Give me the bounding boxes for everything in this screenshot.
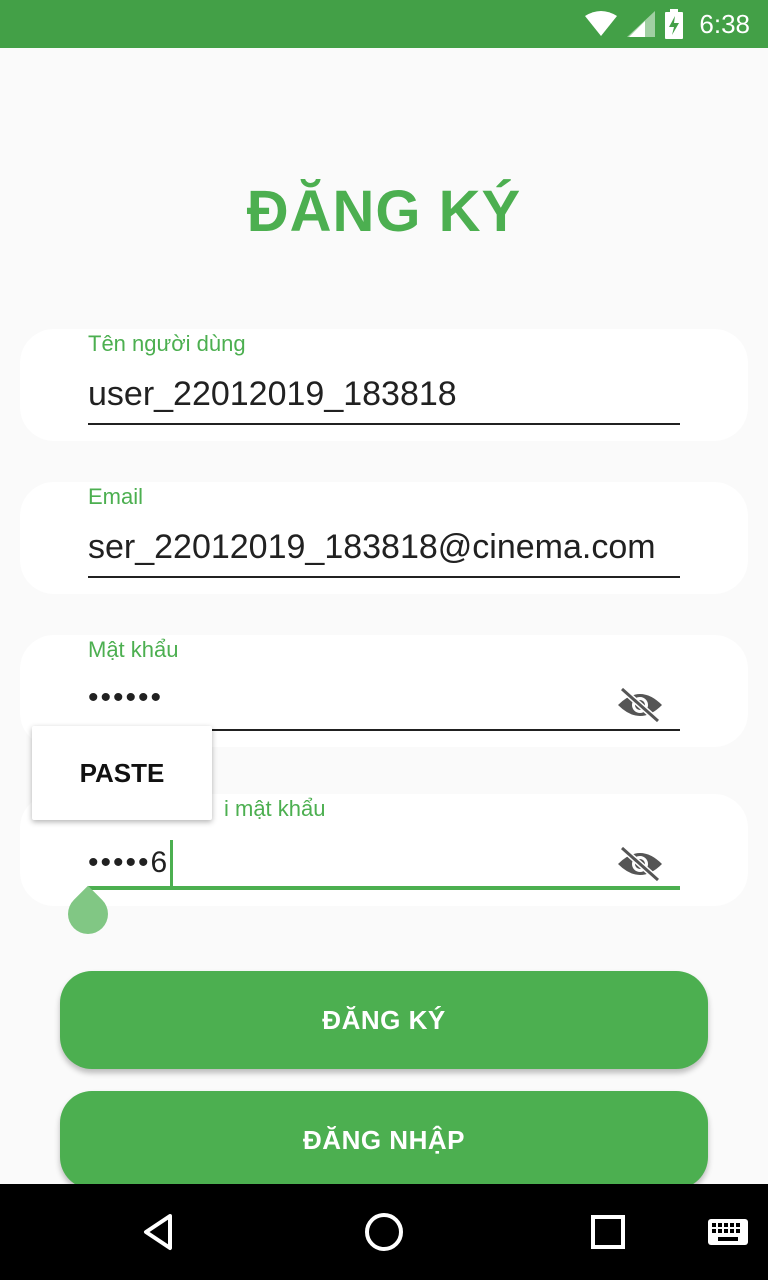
recents-icon[interactable] bbox=[584, 1208, 632, 1256]
login-button[interactable]: ĐĂNG NHẬP bbox=[60, 1091, 708, 1189]
confirm-password-value: •••••6 bbox=[88, 845, 170, 879]
confirm-password-label: i mật khẩu bbox=[224, 796, 326, 821]
text-cursor bbox=[170, 840, 174, 888]
password-input[interactable]: •••••• bbox=[88, 681, 680, 731]
wifi-icon bbox=[585, 11, 618, 36]
eye-off-icon[interactable] bbox=[616, 844, 664, 884]
confirm-password-underline bbox=[88, 886, 680, 890]
register-button[interactable]: ĐĂNG KÝ bbox=[60, 971, 708, 1069]
signal-icon bbox=[627, 11, 656, 37]
confirm-password-input[interactable]: •••••6 bbox=[88, 840, 680, 890]
navigation-bar bbox=[0, 1184, 768, 1280]
keyboard-icon[interactable] bbox=[706, 1208, 750, 1256]
password-label: Mật khẩu bbox=[88, 637, 179, 662]
email-label: Email bbox=[88, 484, 144, 509]
username-underline bbox=[88, 423, 680, 425]
username-label: Tên người dùng bbox=[88, 331, 246, 356]
paste-menu-item[interactable]: PASTE bbox=[32, 726, 212, 820]
status-time: 6:38 bbox=[699, 8, 750, 39]
home-icon[interactable] bbox=[360, 1208, 408, 1256]
username-input[interactable]: user_22012019_183818 bbox=[88, 375, 680, 425]
email-input[interactable]: ser_22012019_183818@cinema.com bbox=[88, 528, 680, 578]
eye-off-icon[interactable] bbox=[616, 685, 664, 725]
email-card: Email ser_22012019_183818@cinema.com bbox=[20, 482, 748, 594]
back-icon[interactable] bbox=[136, 1208, 184, 1256]
status-bar: 6:38 bbox=[0, 0, 768, 48]
status-icons: 6:38 bbox=[585, 8, 750, 40]
battery-charging-icon bbox=[665, 9, 684, 39]
username-card: Tên người dùng user_22012019_183818 bbox=[20, 329, 748, 441]
page-title: ĐĂNG KÝ bbox=[246, 179, 522, 244]
email-underline bbox=[88, 576, 680, 578]
